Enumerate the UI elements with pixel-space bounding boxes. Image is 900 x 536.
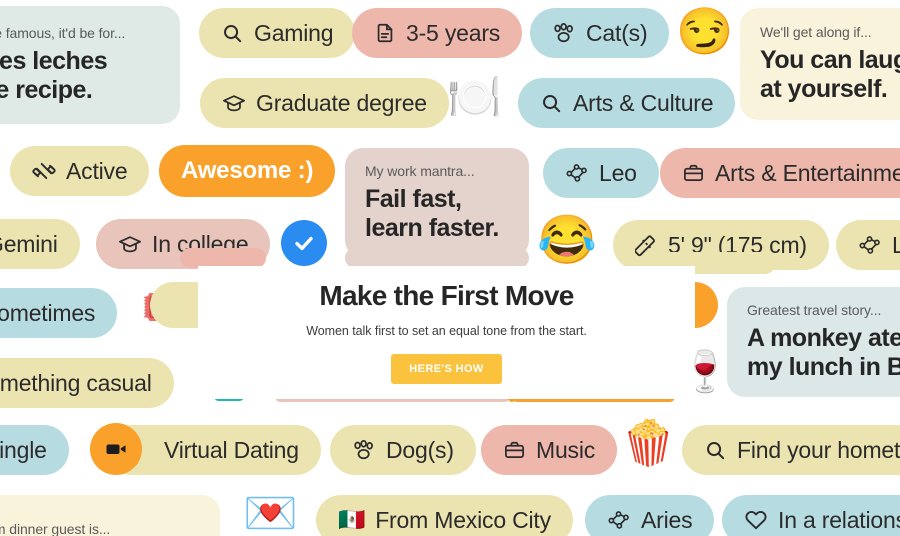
hidden-card-sliver-top: [345, 248, 529, 268]
pill-aries[interactable]: Aries: [585, 495, 715, 536]
smirk-emoji: 😏: [676, 5, 734, 57]
prompt-card-get-along[interactable]: We'll get along if... You can laug at yo…: [740, 8, 900, 120]
pill-something-casual[interactable]: Something casual: [0, 358, 174, 408]
pill-label: In a relationsh: [778, 506, 900, 533]
paw-icon: [552, 22, 576, 44]
popcorn-emoji: 🍿: [621, 419, 676, 468]
pill-arts-culture[interactable]: Arts & Culture: [518, 78, 736, 128]
pill-graduate-degree[interactable]: Graduate degree: [200, 78, 449, 128]
heres-how-button[interactable]: HERE'S HOW: [391, 353, 502, 384]
pill-dogs[interactable]: Dog(s): [330, 425, 476, 475]
pill-single[interactable]: Single: [0, 425, 69, 475]
collage-background: ere famous, it'd be for... tres leches k…: [0, 0, 900, 536]
prompt-question: Greatest travel story...: [747, 301, 882, 318]
pill-label: Li: [892, 231, 900, 258]
prompt-answer-line2: learn faster.: [365, 214, 499, 242]
zodiac-icon: [565, 163, 589, 183]
ruler-icon: [635, 234, 658, 257]
graduation-icon: [118, 233, 142, 255]
pill-label: Single: [0, 436, 47, 463]
pill-leo[interactable]: Leo: [543, 148, 659, 198]
wine-emoji: 🍷: [680, 350, 730, 394]
prompt-card-famous[interactable]: ere famous, it'd be for... tres leches k…: [0, 6, 180, 124]
prompt-question: We'll get along if...: [760, 23, 872, 40]
prompt-answer-line2: at yourself.: [760, 75, 888, 103]
paw-icon: [352, 439, 376, 461]
pill-cats[interactable]: Cat(s): [530, 8, 670, 58]
graduation-icon: [222, 92, 246, 114]
prompt-answer-line1: A monkey ate: [747, 323, 900, 352]
pill-gemini[interactable]: Gemini: [0, 219, 80, 269]
pill-years[interactable]: 3-5 years: [352, 8, 523, 58]
pill-label: Find your hometo: [737, 436, 900, 463]
prompt-answer-line1: tres leches: [0, 46, 108, 75]
document-icon: [374, 22, 396, 44]
pill-label: Leo: [599, 159, 637, 186]
prompt-card-travel-story[interactable]: Greatest travel story... A monkey ate my…: [727, 287, 900, 397]
prompt-card-work-mantra[interactable]: My work mantra... Fail fast, learn faste…: [345, 148, 529, 258]
first-move-modal: Make the First Move Women talk first to …: [198, 266, 695, 399]
modal-subtitle: Women talk first to set an equal tone fr…: [306, 323, 587, 338]
pill-label: From Mexico City: [375, 506, 551, 533]
prompt-answer-line2: ke recipe.: [0, 76, 93, 104]
pill-label: Gaming: [254, 19, 334, 46]
pill-find-hometown[interactable]: Find your hometo: [682, 425, 900, 475]
briefcase-icon: [503, 439, 526, 461]
briefcase-icon: [682, 162, 705, 184]
pill-label: Active: [66, 157, 128, 184]
pill-label: 3-5 years: [406, 19, 501, 46]
search-icon: [540, 92, 563, 115]
prompt-answer-line1: Fail fast,: [365, 184, 462, 213]
hidden-pill-sliver-topleft: [180, 248, 266, 268]
prompt-answer-line2: my lunch in Be: [747, 353, 900, 381]
pill-label: Awesome :): [181, 157, 314, 184]
joy-emoji: 😂: [537, 214, 597, 267]
pill-active[interactable]: Active: [10, 146, 150, 196]
pill-label: Arts & Entertainme: [715, 159, 900, 186]
check-icon: [292, 231, 316, 255]
pill-label: Aries: [641, 506, 693, 533]
love-letter-emoji: 💌: [243, 489, 298, 536]
pill-label: Gemini: [0, 230, 58, 257]
pill-label: Virtual Dating: [164, 436, 299, 463]
prompt-question: ere famous, it'd be for...: [0, 24, 126, 41]
heart-icon: [744, 509, 768, 531]
pill-label: Cat(s): [586, 19, 648, 46]
pill-label: Something casual: [0, 369, 152, 396]
prompt-question: My work mantra...: [365, 162, 475, 179]
pill-label: Music: [536, 436, 596, 463]
prompt-answer-line1: You can laug: [760, 45, 900, 74]
video-icon: [104, 437, 128, 461]
search-icon: [221, 22, 244, 45]
dumbbell-icon: [32, 159, 56, 183]
pill-sometimes[interactable]: Sometimes: [0, 288, 118, 338]
pill-libra[interactable]: Li: [836, 220, 900, 270]
pill-label: Graduate degree: [256, 89, 427, 116]
flag-mexico-emoji: 🇲🇽: [338, 507, 366, 532]
pill-awesome[interactable]: Awesome :): [159, 145, 336, 197]
zodiac-icon: [607, 510, 631, 530]
pill-arts-entertainment[interactable]: Arts & Entertainme: [660, 148, 900, 198]
pill-in-a-relationship[interactable]: In a relationsh: [722, 495, 900, 536]
modal-title: Make the First Move: [319, 279, 574, 311]
plate-emoji: 🍽️: [447, 73, 502, 122]
search-icon: [704, 439, 727, 462]
pill-label: Sometimes: [0, 299, 96, 326]
pill-gaming[interactable]: Gaming: [199, 8, 356, 58]
pill-from-mexico-city[interactable]: 🇲🇽 From Mexico City: [316, 495, 573, 536]
pill-label: Arts & Culture: [573, 89, 714, 116]
prompt-question: ream dinner guest is...: [0, 521, 111, 536]
pill-music[interactable]: Music: [481, 425, 618, 475]
zodiac-icon: [858, 235, 882, 255]
prompt-card-dinner-guest[interactable]: ream dinner guest is...: [0, 495, 220, 536]
video-badge[interactable]: [90, 423, 142, 475]
pill-label: Dog(s): [386, 436, 454, 463]
verified-badge[interactable]: [281, 220, 327, 266]
